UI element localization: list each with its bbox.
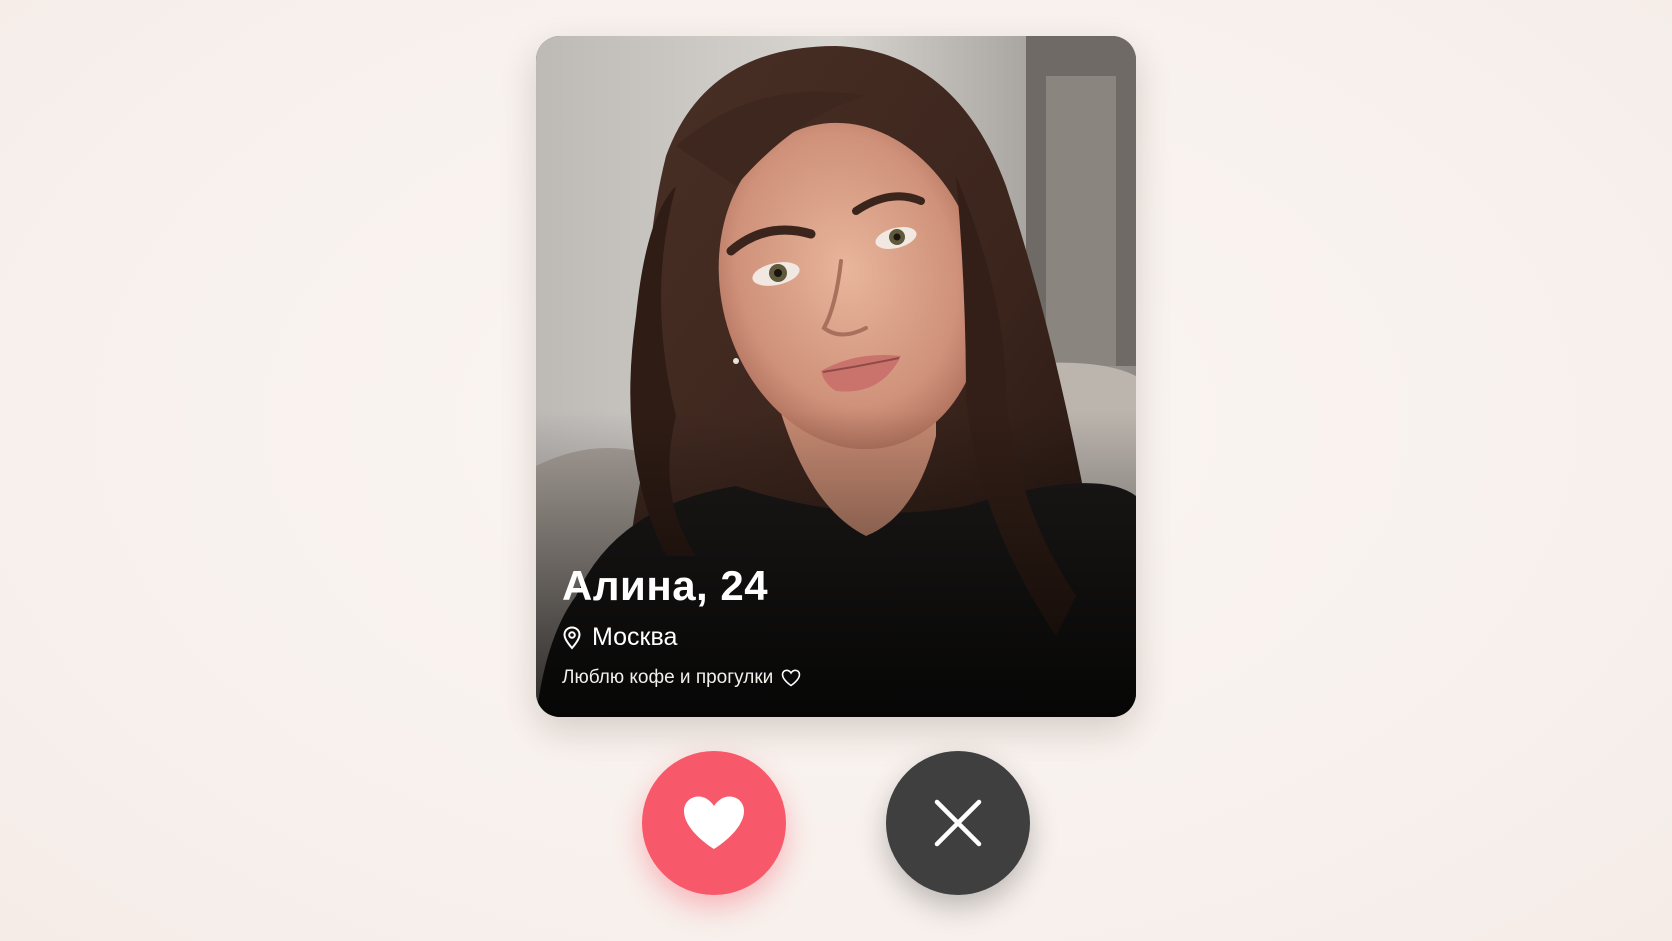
- dislike-button[interactable]: [886, 751, 1030, 895]
- profile-bio: Люблю кофе и прогулки: [562, 668, 1110, 687]
- close-icon: [934, 799, 982, 847]
- heart-outline-icon: [781, 668, 801, 686]
- profile-info: Алина, 24 Москва Люблю кофе и прогулки: [562, 565, 1110, 687]
- heart-icon: [684, 796, 744, 849]
- profile-name-age: Алина, 24: [562, 562, 769, 609]
- location-text: Москва: [592, 623, 678, 651]
- location-pin-icon: [563, 625, 581, 649]
- like-button[interactable]: [642, 751, 786, 895]
- bio-text: Люблю кофе и прогулки: [562, 667, 774, 688]
- profile-card[interactable]: Алина, 24 Москва Люблю кофе и прогулки: [536, 36, 1136, 717]
- profile-location: Москва: [562, 625, 1110, 650]
